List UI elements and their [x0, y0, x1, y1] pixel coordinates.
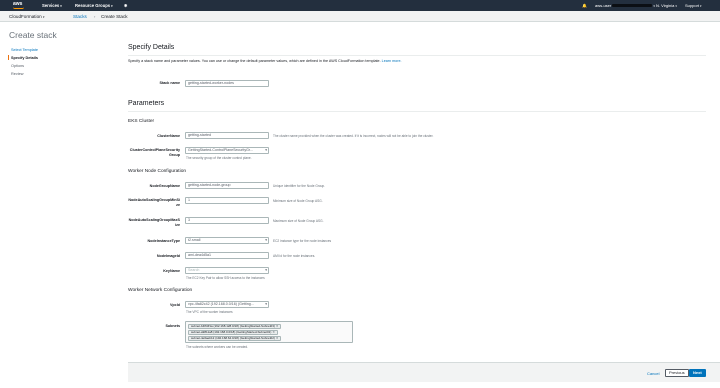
subnet-token[interactable]: subnet-b4f63f1a (192.168.128.0/18) (Gett…: [188, 324, 282, 329]
control-plane-sg-value: GettingStarted-ControlPlaneSecurityGr...: [188, 148, 253, 152]
worker-network-config-heading: Worker Network Configuration: [128, 288, 193, 293]
step-specify-details: Specify Details: [8, 54, 109, 62]
vpc-id-value: vpc-4fa82c42 (192.168.0.0/16) (Getting..…: [188, 302, 254, 306]
control-plane-sg-label: ClusterControlPlaneSecurityGroup: [129, 148, 180, 157]
account-redacted: [612, 4, 653, 8]
step-select-template[interactable]: Select Template: [9, 46, 109, 54]
services-label: Services: [42, 3, 60, 8]
asg-max-label: NodeAutoScalingGroupMaxSize: [128, 218, 180, 227]
resource-groups-menu[interactable]: Resource Groups▾: [75, 3, 113, 8]
subnet-token[interactable]: subnet-4e6aeb12 (192.168.64.0/18) (Getti…: [188, 336, 282, 341]
page-title: Create stack: [9, 30, 57, 40]
asg-max-input[interactable]: 3: [185, 217, 269, 224]
close-icon[interactable]: ✕: [272, 330, 275, 334]
breadcrumb-current: Create Stack: [101, 14, 128, 19]
node-image-id-help: AMI id for the node instances.: [273, 254, 316, 258]
chevron-down-icon: ▾: [42, 15, 45, 19]
specify-details-heading: Specify Details: [128, 44, 175, 51]
stack-name-label: Stack name: [159, 81, 181, 85]
cluster-name-label: ClusterName: [157, 134, 180, 138]
instance-type-help: EC2 instance type for the node instances: [273, 239, 332, 243]
control-plane-sg-hint: The security group of the cluster contro…: [186, 156, 252, 160]
pin-icon[interactable]: ✱: [124, 3, 128, 8]
instance-type-label: NodeInstanceType: [147, 239, 180, 243]
key-name-placeholder: Search: [188, 268, 200, 272]
close-icon[interactable]: ✕: [276, 324, 279, 328]
node-image-id-input[interactable]: ami-dea4d5a1: [185, 252, 269, 259]
subnet-token[interactable]: subnet-a9811a8 (192.168.0.0/18) (Getting…: [188, 330, 278, 335]
breadcrumb-stacks[interactable]: Stacks: [73, 14, 87, 19]
service-label: CloudFormation: [9, 14, 42, 19]
resource-groups-label: Resource Groups: [75, 3, 111, 8]
aws-smile-icon: [13, 7, 24, 9]
subnets-multiselect[interactable]: subnet-b4f63f1a (192.168.128.0/18) (Gett…: [185, 321, 353, 343]
node-group-name-help: Unique identifier for the Node Group.: [273, 184, 326, 188]
divider: [128, 55, 706, 56]
chevron-down-icon: ▾: [700, 4, 702, 8]
control-plane-sg-select[interactable]: GettingStarted-ControlPlaneSecurityGr...: [185, 147, 269, 154]
instance-type-value: t2.small: [188, 238, 201, 242]
chevron-down-icon: ▾: [111, 4, 113, 8]
cancel-button[interactable]: Cancel: [647, 371, 659, 376]
account-menu[interactable]: aws-user ▾: [595, 3, 655, 8]
vpc-id-hint: The VPC of the worker instances: [186, 310, 233, 314]
worker-node-config-heading: Worker Node Configuration: [128, 169, 187, 174]
vpc-id-select[interactable]: vpc-4fa82c42 (192.168.0.0/16) (Getting..…: [185, 301, 269, 308]
subnet-token-label: subnet-b4f63f1a (192.168.128.0/18) (Gett…: [191, 324, 275, 328]
learn-more-link[interactable]: Learn more.: [382, 59, 402, 63]
previous-button[interactable]: Previous: [665, 369, 689, 377]
specify-description: Specify a stack name and parameter value…: [128, 59, 708, 63]
key-name-hint: The EC2 Key Pair to allow SSH access to …: [186, 276, 265, 280]
step-review: Review: [11, 72, 24, 76]
asg-min-input[interactable]: 1: [185, 197, 269, 204]
key-name-select[interactable]: Search: [185, 267, 269, 274]
wizard-steps: Select Template Specify Details Options …: [8, 46, 109, 78]
step-options: Options: [11, 64, 25, 68]
service-switcher[interactable]: CloudFormation ▾: [9, 14, 44, 19]
node-group-name-input[interactable]: getting-started-node-group: [185, 182, 269, 189]
bell-icon[interactable]: 🔔: [582, 3, 587, 8]
close-icon[interactable]: ✕: [276, 336, 279, 340]
region-menu[interactable]: N. Virginia▾: [656, 3, 677, 8]
key-name-label: KeyName: [163, 269, 180, 273]
eks-cluster-heading: EKS Cluster: [128, 119, 155, 124]
stack-name-input[interactable]: getting-started-worker-nodes: [185, 80, 269, 87]
breadcrumb-separator-icon: ›: [94, 14, 96, 19]
subnets-label: Subnets: [165, 324, 180, 328]
cluster-name-input[interactable]: getting-started: [185, 132, 269, 139]
next-button[interactable]: Next: [689, 369, 706, 377]
subnets-hint: The subnets where workers can be created…: [186, 345, 249, 349]
subnet-token-label: subnet-a9811a8 (192.168.0.0/18) (Getting…: [191, 330, 272, 334]
wizard-footer: Cancel Previous Next: [128, 362, 720, 382]
support-menu[interactable]: Support▾: [685, 3, 702, 8]
node-image-id-label: NodeImageId: [156, 254, 180, 258]
top-navigation-bar: aws Services▾ Resource Groups▾ ✱ 🔔 aws-u…: [0, 0, 720, 11]
asg-max-help: Maximum size of Node Group ASG.: [273, 219, 324, 223]
asg-min-label: NodeAutoScalingGroupMinSize: [128, 198, 180, 207]
subnet-token-label: subnet-4e6aeb12 (192.168.64.0/18) (Getti…: [191, 336, 275, 340]
support-label: Support: [685, 3, 700, 8]
divider: [128, 111, 706, 112]
region-label: N. Virginia: [656, 3, 675, 8]
vpc-id-label: VpcId: [169, 303, 180, 307]
chevron-down-icon: ▾: [60, 4, 62, 8]
account-label: aws-user: [595, 3, 612, 8]
instance-type-select[interactable]: t2.small: [185, 237, 269, 244]
description-text: Specify a stack name and parameter value…: [128, 59, 381, 63]
chevron-down-icon: ▾: [653, 4, 655, 8]
parameters-heading: Parameters: [128, 100, 165, 107]
asg-min-help: Minimum size of Node Group ASG.: [273, 199, 323, 203]
services-menu[interactable]: Services▾: [42, 3, 62, 8]
breadcrumb: CloudFormation ▾ Stacks › Create Stack: [0, 11, 720, 22]
chevron-down-icon: ▾: [675, 4, 677, 8]
cluster-name-help: The cluster name provided when the clust…: [273, 134, 434, 138]
node-group-name-label: NodeGroupName: [149, 184, 180, 188]
